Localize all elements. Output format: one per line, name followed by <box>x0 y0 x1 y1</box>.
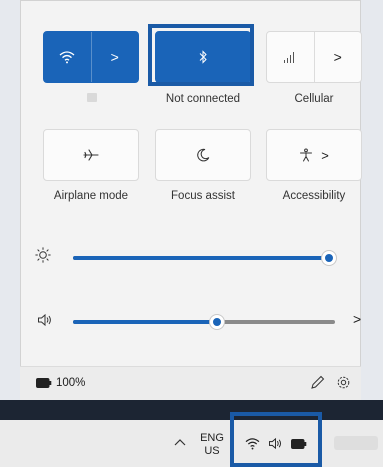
gear-icon[interactable] <box>336 375 351 390</box>
airplane-icon <box>83 149 99 161</box>
wifi-tile[interactable]: > <box>43 31 139 83</box>
focus-assist-caption: Focus assist <box>171 190 235 202</box>
chevron-right-icon: > <box>110 49 119 65</box>
chevron-right-icon: > <box>333 49 342 65</box>
brightness-icon <box>35 247 51 263</box>
wifi-expand-button[interactable]: > <box>90 32 139 82</box>
cellular-caption: Cellular <box>294 93 334 105</box>
chevron-up-icon[interactable] <box>174 434 186 449</box>
cellular-signal-icon <box>284 52 295 63</box>
language-indicator[interactable]: ENG US <box>198 432 226 458</box>
system-tray-highlight-box <box>230 412 322 467</box>
volume-slider[interactable] <box>73 315 335 329</box>
brightness-slider-fill <box>73 256 329 260</box>
brightness-slider[interactable] <box>73 251 336 265</box>
cellular-toggle[interactable] <box>267 32 314 82</box>
accessibility-caption: Accessibility <box>282 190 346 202</box>
battery-percentage: 100% <box>56 377 86 389</box>
region-code: US <box>204 445 220 457</box>
bluetooth-highlight-box <box>148 24 254 86</box>
accessibility-icon <box>300 148 313 162</box>
volume-slider-fill <box>73 320 218 324</box>
chevron-right-icon: > <box>321 147 329 163</box>
wifi-icon <box>59 51 75 64</box>
airplane-mode-caption: Airplane mode <box>53 190 129 202</box>
accessibility-tile[interactable]: > <box>266 129 362 181</box>
desktop-strip <box>0 400 383 420</box>
wifi-caption-placeholder <box>87 93 97 102</box>
cellular-expand-button[interactable]: > <box>313 32 362 82</box>
airplane-mode-tile[interactable] <box>43 129 139 181</box>
volume-slider-thumb[interactable] <box>210 315 225 329</box>
volume-output-expand-button[interactable]: > <box>353 311 361 327</box>
quick-settings-footer: 100% <box>20 366 361 400</box>
brightness-slider-thumb[interactable] <box>322 251 336 265</box>
battery-icon <box>36 378 52 388</box>
speaker-icon[interactable] <box>37 313 53 327</box>
cellular-tile[interactable]: > <box>266 31 362 83</box>
bluetooth-caption: Not connected <box>165 93 241 105</box>
wifi-toggle[interactable] <box>44 32 91 82</box>
pencil-icon[interactable] <box>310 375 325 390</box>
moon-icon <box>197 148 210 162</box>
taskbar: ENG US <box>0 420 383 467</box>
focus-assist-tile[interactable] <box>155 129 251 181</box>
language-code: ENG <box>200 432 224 444</box>
taskbar-clock-blur <box>334 436 378 450</box>
